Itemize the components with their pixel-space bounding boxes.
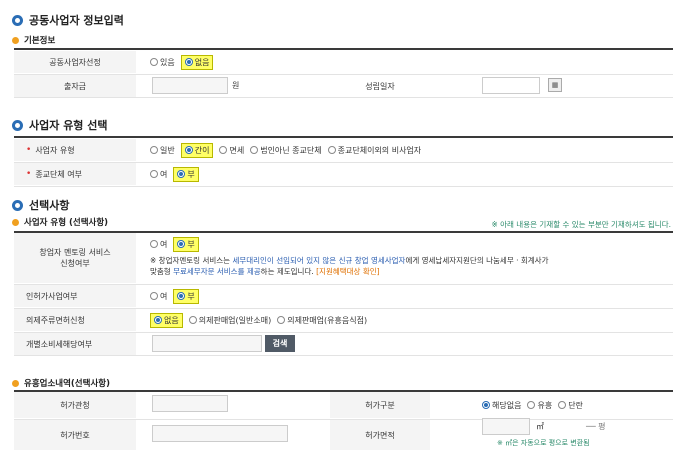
joint-radio-no[interactable]: 없음: [180, 54, 214, 70]
area-label: 허가면적: [330, 420, 430, 450]
date-input[interactable]: [482, 77, 540, 94]
religion-radio-group: 여 부: [150, 163, 205, 185]
permit-office-input[interactable]: [152, 395, 228, 412]
biztype-radio-religious[interactable]: 법인아닌 종교단체: [250, 145, 322, 156]
permit-radio-no[interactable]: 부: [173, 288, 199, 304]
religion-label: • 종교단체 여부: [14, 163, 136, 185]
capital-input[interactable]: [152, 77, 228, 94]
mentor-benefit-link[interactable]: [지원혜택대상 확인]: [316, 267, 379, 276]
excise-tax-label: 개별소비세해당여부: [14, 333, 136, 355]
biztype-radio-simple[interactable]: 간이: [180, 142, 214, 158]
section-biztype-title: 사업자 유형 선택: [12, 117, 108, 133]
calendar-icon[interactable]: ▦: [548, 78, 562, 92]
row-divider: [14, 355, 673, 356]
optional-hint: ※ 아래 내용은 기재할 수 있는 부분만 기재하셔도 됩니다.: [491, 220, 671, 229]
row-divider: [14, 186, 673, 187]
area-note: ※ ㎡은 자동으로 평으로 변환됨: [497, 439, 590, 447]
capital-label: 출자금: [14, 75, 136, 97]
mentor-radio-yes[interactable]: 여: [150, 239, 167, 250]
liquor-license-label: 의제주류면허신청: [14, 309, 136, 331]
entertainment-sub-title: 유흥업소내역(선택사항): [12, 377, 110, 389]
religion-radio-yes[interactable]: 여: [150, 169, 167, 180]
section-joint-title: 공동사업자 정보입력: [12, 12, 124, 28]
sub-bullet-icon: [12, 36, 19, 44]
joint-radio-group: 있음 없음: [150, 51, 219, 73]
mentor-label: 창업자 멘토링 서비스 신청여부: [14, 233, 136, 283]
biztype-radio-group: 일반 간이 면세 법인아닌 종교단체 종교단체이외의 비사업자: [150, 139, 427, 161]
biztype-radio-nonbusiness[interactable]: 종교단체이외의 비사업자: [327, 145, 421, 156]
liquor-radio-restaurant[interactable]: 의제판매업(유흥음식점): [277, 315, 367, 326]
mentor-radio-no[interactable]: 부: [173, 236, 199, 252]
radio-checked-icon: [177, 170, 186, 178]
section-optional-title: 선택사항: [12, 197, 69, 213]
area-input[interactable]: [482, 418, 530, 435]
liquor-radio-group: 없음 의제판매업(일반소매) 의제판매업(유흥음식점): [150, 309, 373, 331]
section-bullet-icon: [12, 199, 23, 211]
permit-type-radio-none[interactable]: 해당없음: [482, 400, 521, 411]
sub-bullet-icon: [12, 218, 19, 226]
liquor-radio-none[interactable]: 없음: [150, 312, 183, 328]
date-label: 성립일자: [330, 75, 430, 97]
table-top-border: [14, 48, 673, 50]
permit-radio-group: 여 부: [150, 285, 205, 307]
permit-office-label: 허가관청: [14, 392, 136, 418]
joint-label: 공동사업자선정: [14, 51, 136, 73]
optional-sub-title: 사업자 유형 (선택사항): [12, 216, 108, 228]
area-unit: ㎡: [536, 422, 544, 431]
permit-radio-yes[interactable]: 여: [150, 291, 167, 302]
radio-checked-icon: [184, 58, 193, 66]
permit-type-label: 허가구분: [330, 392, 430, 418]
radio-checked-icon: [154, 316, 162, 324]
capital-unit: 원: [232, 81, 240, 90]
liquor-radio-retail[interactable]: 의제판매업(일반소매): [188, 315, 271, 326]
mentor-radio-group: 여 부: [150, 236, 205, 252]
radio-checked-icon: [184, 146, 193, 154]
search-button[interactable]: 검색: [265, 335, 295, 352]
section-bullet-icon: [12, 119, 23, 131]
radio-checked-icon: [177, 292, 186, 300]
permit-type-radio-group: 해당없음 유흥 단란: [482, 392, 589, 418]
radio-icon: [150, 58, 158, 66]
excise-tax-input[interactable]: [152, 335, 262, 352]
sub-bullet-icon: [12, 379, 19, 387]
biztype-radio-exempt[interactable]: 면세: [219, 145, 244, 156]
joint-radio-yes[interactable]: 있음: [150, 57, 175, 68]
permit-type-radio-entertainment[interactable]: 유흥: [527, 400, 552, 411]
permit-type-radio-danran[interactable]: 단란: [558, 400, 583, 411]
permit-number-label: 허가번호: [14, 420, 136, 450]
permit-business-label: 인허가사업여부: [14, 285, 136, 307]
biztype-radio-general[interactable]: 일반: [150, 145, 175, 156]
table-top-border: [14, 136, 673, 138]
row-divider: [14, 97, 673, 98]
radio-checked-icon: [482, 401, 490, 409]
religion-radio-no[interactable]: 부: [173, 166, 199, 182]
permit-number-input[interactable]: [152, 425, 288, 442]
pyeong-display: ── 평: [586, 422, 606, 431]
mentor-note: ※ 창업자멘토링 서비스는 세무대리인이 선임되어 있지 않은 신규 창업 영세…: [150, 256, 549, 276]
section-bullet-icon: [12, 14, 23, 26]
biztype-label: • 사업자 유형: [14, 139, 136, 161]
radio-checked-icon: [177, 240, 186, 248]
basic-info-title: 기본정보: [12, 34, 55, 46]
